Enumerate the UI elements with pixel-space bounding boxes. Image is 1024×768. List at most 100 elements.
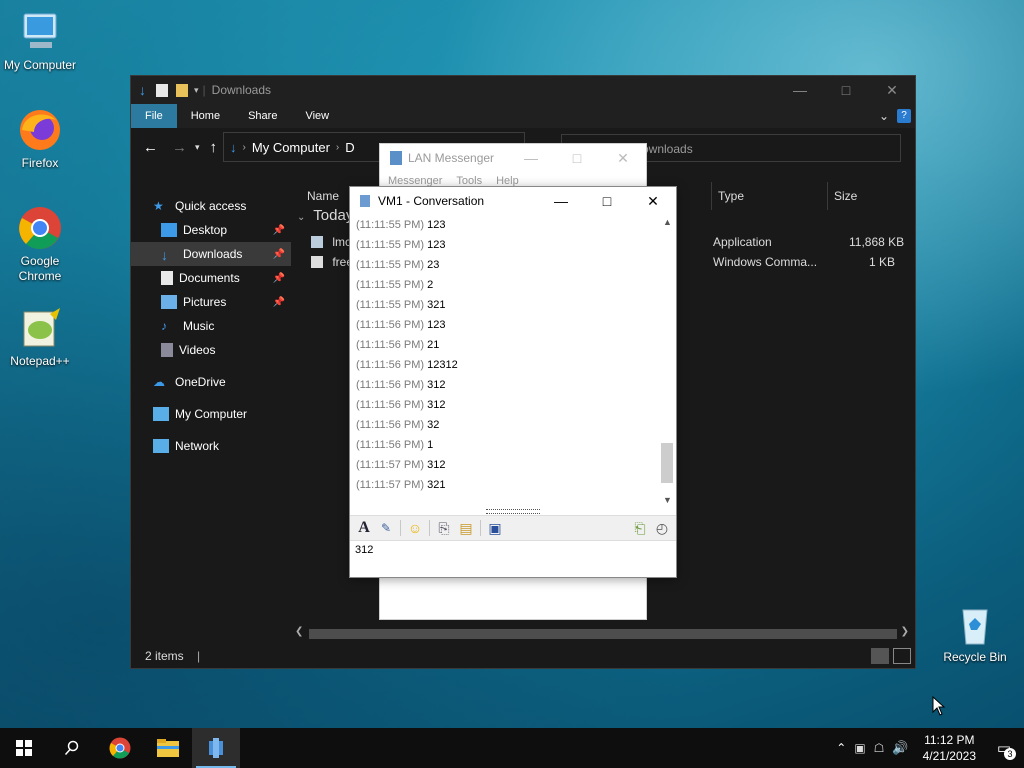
downloads-icon: ↓ — [230, 139, 237, 155]
security-icon[interactable]: ▣ — [854, 741, 865, 755]
desktop-icon-firefox[interactable]: Firefox — [0, 106, 80, 171]
scroll-down-icon[interactable]: ▼ — [663, 495, 672, 505]
nav-pictures[interactable]: Pictures 📌 — [131, 290, 291, 314]
tab-view[interactable]: View — [291, 104, 343, 128]
recent-chevron-icon[interactable]: ▾ — [195, 142, 200, 153]
breadcrumb-chevron-icon: › — [335, 141, 340, 153]
maximize-button[interactable]: □ — [823, 76, 869, 104]
message-input[interactable]: 312 — [350, 540, 676, 576]
details-view-icon[interactable] — [871, 648, 889, 664]
pin-icon: 📌 — [272, 248, 285, 260]
navigation-pane: ★ Quick access Desktop 📌 ↓ Downloads 📌 D… — [131, 182, 291, 638]
scroll-right-icon[interactable]: ❯ — [901, 626, 909, 637]
large-icons-view-icon[interactable] — [893, 648, 911, 664]
pin-icon: 📌 — [272, 296, 285, 308]
minimize-button[interactable]: — — [508, 144, 554, 172]
message-row: (11:11:55 PM) 23 — [356, 259, 440, 271]
group-header[interactable]: ⌄ Today — [297, 204, 353, 228]
lan-titlebar: LAN Messenger — □ ✕ — [380, 144, 646, 172]
close-button[interactable]: ✕ — [600, 144, 646, 172]
file-row[interactable]: lmc — [311, 232, 351, 252]
nav-videos[interactable]: Videos — [131, 338, 291, 362]
volume-icon[interactable]: 🔊 — [892, 740, 908, 756]
show-hidden-icons-chevron-icon[interactable]: ⌃ — [836, 741, 846, 755]
nav-downloads[interactable]: ↓ Downloads 📌 — [131, 242, 291, 266]
tab-file[interactable]: File — [131, 104, 177, 128]
folder-icon — [157, 739, 179, 757]
clock[interactable]: 11:12 PM 4/21/2023 — [915, 732, 984, 764]
send-file-icon[interactable]: ⎗ — [629, 518, 651, 538]
ribbon-expand-icon[interactable]: ⌄ — [879, 109, 889, 123]
minimize-button[interactable]: — — [538, 187, 584, 215]
up-arrow-icon[interactable]: ↑ — [210, 139, 218, 156]
start-button[interactable] — [0, 728, 48, 768]
splitter-handle[interactable] — [350, 507, 676, 515]
explorer-title: Downloads — [211, 83, 272, 97]
new-folder-icon[interactable] — [176, 83, 188, 97]
help-icon[interactable]: ? — [897, 109, 911, 123]
breadcrumb-downloads[interactable]: D — [345, 140, 354, 155]
forward-arrow-icon[interactable]: → — [172, 139, 187, 156]
taskbar-lan-messenger[interactable] — [192, 728, 240, 768]
title-separator: | — [202, 83, 206, 97]
font-color-icon[interactable]: ✎ — [375, 518, 397, 538]
column-type[interactable]: Type — [711, 182, 744, 210]
properties-icon[interactable] — [156, 83, 168, 97]
scroll-thumb[interactable] — [309, 629, 897, 639]
desktop-icon-recycle-bin[interactable]: Recycle Bin — [935, 600, 1015, 665]
message-row: (11:11:56 PM) 123 — [356, 319, 446, 331]
close-button[interactable]: ✕ — [869, 76, 915, 104]
nav-my-computer[interactable]: My Computer — [131, 402, 291, 426]
pin-icon: 📌 — [272, 272, 285, 284]
scroll-up-icon[interactable]: ▲ — [663, 217, 672, 227]
desktop-icon-chrome[interactable]: Google Chrome — [0, 204, 80, 284]
network-icon — [153, 439, 169, 453]
desktop-icon-notepadpp[interactable]: Notepad++ — [0, 304, 80, 369]
taskbar-chrome[interactable] — [96, 728, 144, 768]
tab-share[interactable]: Share — [234, 104, 291, 128]
close-button[interactable]: ✕ — [630, 187, 676, 215]
search-button[interactable] — [48, 728, 96, 768]
network-tray-icon[interactable]: ☖ — [874, 741, 885, 755]
column-size[interactable]: Size — [827, 182, 857, 210]
firefox-icon — [16, 106, 64, 154]
file-size: 11,868 KB — [849, 235, 905, 249]
nav-onedrive[interactable]: ☁ OneDrive — [131, 370, 291, 394]
computer-icon — [16, 8, 64, 56]
message-history[interactable]: (11:11:55 PM) 123 (11:11:55 PM) 123 (11:… — [350, 215, 658, 507]
message-row: (11:11:57 PM) 321 — [356, 479, 446, 491]
send-folder-icon[interactable]: ▤ — [455, 518, 477, 538]
minimize-button[interactable]: — — [777, 76, 823, 104]
conversation-toolbar: A ✎ ☺ ⎘ ▤ ▣ ⎗ ◴ — [350, 515, 676, 541]
action-center-button[interactable]: ▭ 3 — [984, 728, 1024, 768]
status-separator: | — [197, 649, 201, 663]
back-arrow-icon[interactable]: ← — [143, 139, 158, 156]
save-icon[interactable]: ▣ — [484, 518, 506, 538]
maximize-button[interactable]: □ — [554, 144, 600, 172]
nav-network[interactable]: Network — [131, 434, 291, 458]
chat-icon — [360, 195, 370, 207]
attach-file-icon[interactable]: ⎘ — [433, 518, 455, 538]
breadcrumb-my-computer[interactable]: My Computer — [252, 140, 330, 155]
smiley-icon[interactable]: ☺ — [404, 518, 426, 538]
horizontal-scrollbar[interactable]: ❮ ❯ — [291, 626, 913, 642]
customize-chevron-icon[interactable]: ▾ — [194, 85, 199, 96]
scroll-thumb[interactable] — [661, 443, 673, 483]
file-row[interactable]: free — [311, 252, 353, 272]
font-icon[interactable]: A — [353, 518, 375, 538]
nav-desktop[interactable]: Desktop 📌 — [131, 218, 291, 242]
scroll-left-icon[interactable]: ❮ — [295, 626, 303, 637]
message-row: (11:11:56 PM) 1 — [356, 439, 434, 451]
history-icon[interactable]: ◴ — [651, 518, 673, 538]
vertical-scrollbar[interactable]: ▲ ▼ — [659, 215, 676, 507]
status-bar: 2 items | — [131, 644, 915, 668]
maximize-button[interactable]: □ — [584, 187, 630, 215]
nav-documents[interactable]: Documents 📌 — [131, 266, 291, 290]
ribbon: File Home Share View ⌄ ? — [131, 104, 915, 128]
nav-quick-access[interactable]: ★ Quick access — [131, 194, 291, 218]
taskbar-file-explorer[interactable] — [144, 728, 192, 768]
tab-home[interactable]: Home — [177, 104, 234, 128]
message-row: (11:11:56 PM) 21 — [356, 339, 440, 351]
desktop-icon-my-computer[interactable]: My Computer — [0, 8, 80, 73]
nav-music[interactable]: ♪ Music — [131, 314, 291, 338]
